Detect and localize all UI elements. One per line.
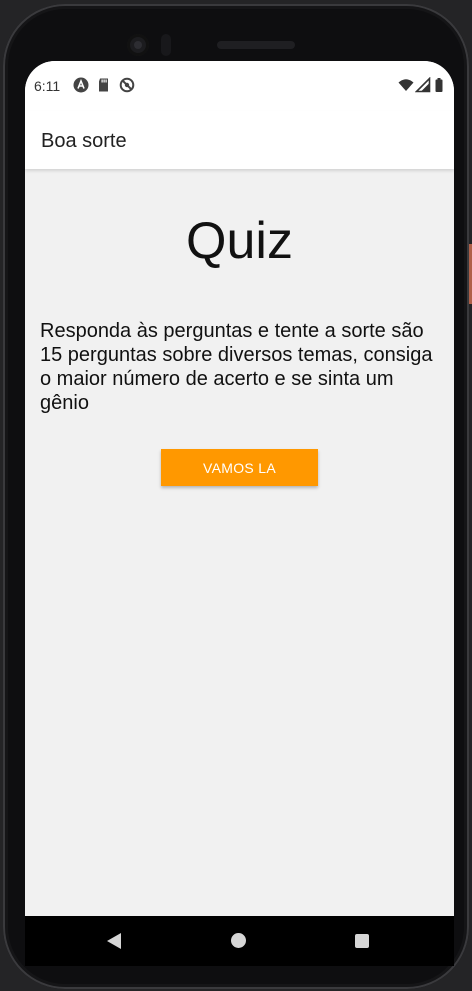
app-screen: 6:11 Boa sorte Quiz Responda às pergunta… (25, 61, 454, 966)
sd-card-icon (99, 78, 108, 92)
home-icon[interactable] (231, 933, 246, 948)
quiz-title: Quiz (186, 212, 293, 270)
app-bar: Boa sorte (25, 111, 454, 169)
front-camera (127, 34, 149, 56)
navigation-bar (25, 916, 454, 966)
proximity-sensor (161, 34, 171, 56)
battery-icon (435, 78, 443, 92)
wifi-icon (398, 79, 414, 91)
start-quiz-button[interactable]: VAMOS LA (161, 449, 318, 486)
quiz-description: Responda às perguntas e tente a sorte sã… (40, 320, 433, 414)
signal-icon (415, 77, 431, 93)
earpiece-speaker (217, 41, 295, 49)
status-time: 6:11 (34, 78, 61, 94)
back-icon[interactable] (107, 933, 121, 949)
status-bar: 6:11 (25, 61, 454, 111)
recents-icon[interactable] (355, 934, 369, 948)
app-a-icon (73, 77, 89, 93)
device-frame: 6:11 Boa sorte Quiz Responda às pergunta… (0, 0, 472, 991)
sync-off-icon (119, 77, 135, 93)
app-bar-title: Boa sorte (41, 130, 127, 152)
